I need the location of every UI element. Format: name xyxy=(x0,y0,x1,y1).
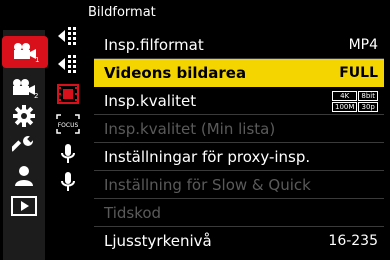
menu-item-slow-quick-setting[interactable]: Inställning för Slow & Quick xyxy=(94,171,384,199)
camera-menu-screen: Bildformat 1 2 FOCUS Insp.filformat MP4 … xyxy=(0,0,390,260)
quality-badge-resolution: 4K xyxy=(332,90,358,101)
menu-item-rec-file-format[interactable]: Insp.filformat MP4 xyxy=(94,31,384,59)
menu-item-timecode[interactable]: Tidskod xyxy=(94,199,384,227)
subtab-1[interactable] xyxy=(52,22,84,50)
menu-item-proxy-rec-settings[interactable]: Inställningar för proxy-insp. xyxy=(94,143,384,171)
subtab-2[interactable] xyxy=(52,50,84,78)
menu-item-label: Inställningar för proxy-insp. xyxy=(104,148,311,166)
tab-setup[interactable] xyxy=(3,132,45,160)
svg-text:1: 1 xyxy=(35,56,39,63)
menu-section-title: Bildformat xyxy=(88,5,156,20)
subtab-4[interactable]: FOCUS xyxy=(52,110,84,138)
gear-icon xyxy=(13,105,35,127)
tab-my-menu[interactable] xyxy=(3,162,45,190)
tab-settings[interactable] xyxy=(3,102,45,130)
video-camera-1-icon: 1 xyxy=(14,43,39,63)
arrow-frame-icon xyxy=(58,55,76,73)
menu-item-luminance-level[interactable]: Ljusstyrkenivå 16-235 xyxy=(94,227,384,255)
menu-item-value: FULL xyxy=(339,65,378,81)
menu-item-value: 16-235 xyxy=(328,233,378,249)
svg-text:2: 2 xyxy=(34,92,38,99)
subtab-5[interactable] xyxy=(52,140,84,168)
tab-video-2[interactable]: 2 xyxy=(3,74,45,102)
quality-badge: 4K 8bit 100M 30p xyxy=(332,90,378,112)
menu-item-label: Insp.filformat xyxy=(104,36,204,54)
quality-badge-bitdepth: 8bit xyxy=(358,90,378,101)
menu-item-rec-quality[interactable]: Insp.kvalitet 4K 8bit 100M 30p xyxy=(94,87,384,115)
focus-icon: FOCUS xyxy=(56,114,80,134)
arrow-frame-icon xyxy=(58,27,76,45)
svg-text:FOCUS: FOCUS xyxy=(58,122,79,129)
microphone-icon xyxy=(61,144,75,163)
sub-tab-column: FOCUS xyxy=(52,22,84,202)
main-tab-column: 1 2 xyxy=(2,30,48,260)
menu-item-label: Tidskod xyxy=(104,204,162,222)
menu-item-label: Ljusstyrkenivå xyxy=(104,232,212,250)
person-icon xyxy=(15,166,33,186)
menu-item-label: Inställning för Slow & Quick xyxy=(104,176,311,194)
subtab-6[interactable] xyxy=(52,168,84,196)
microphone-icon xyxy=(61,172,75,191)
tab-playback[interactable] xyxy=(3,192,45,220)
quality-badge-framerate: 30p xyxy=(358,101,378,112)
film-strip-icon xyxy=(57,84,79,104)
subtab-3[interactable] xyxy=(52,80,84,108)
menu-item-value: MP4 xyxy=(348,37,378,53)
menu-item-label: Insp.kvalitet xyxy=(104,92,197,110)
video-camera-2-icon: 2 xyxy=(13,79,38,99)
wrench-icon xyxy=(12,135,35,152)
playback-icon xyxy=(11,196,37,216)
menu-item-rec-quality-my-list[interactable]: Insp.kvalitet (Min lista) xyxy=(94,115,384,143)
tab-video-1[interactable]: 1 xyxy=(2,36,48,68)
menu-item-label: Insp.kvalitet (Min lista) xyxy=(104,120,276,138)
menu-item-image-area[interactable]: Videons bildarea FULL xyxy=(94,59,384,87)
menu-item-label: Videons bildarea xyxy=(104,64,247,82)
quality-badge-bitrate: 100M xyxy=(332,101,358,112)
